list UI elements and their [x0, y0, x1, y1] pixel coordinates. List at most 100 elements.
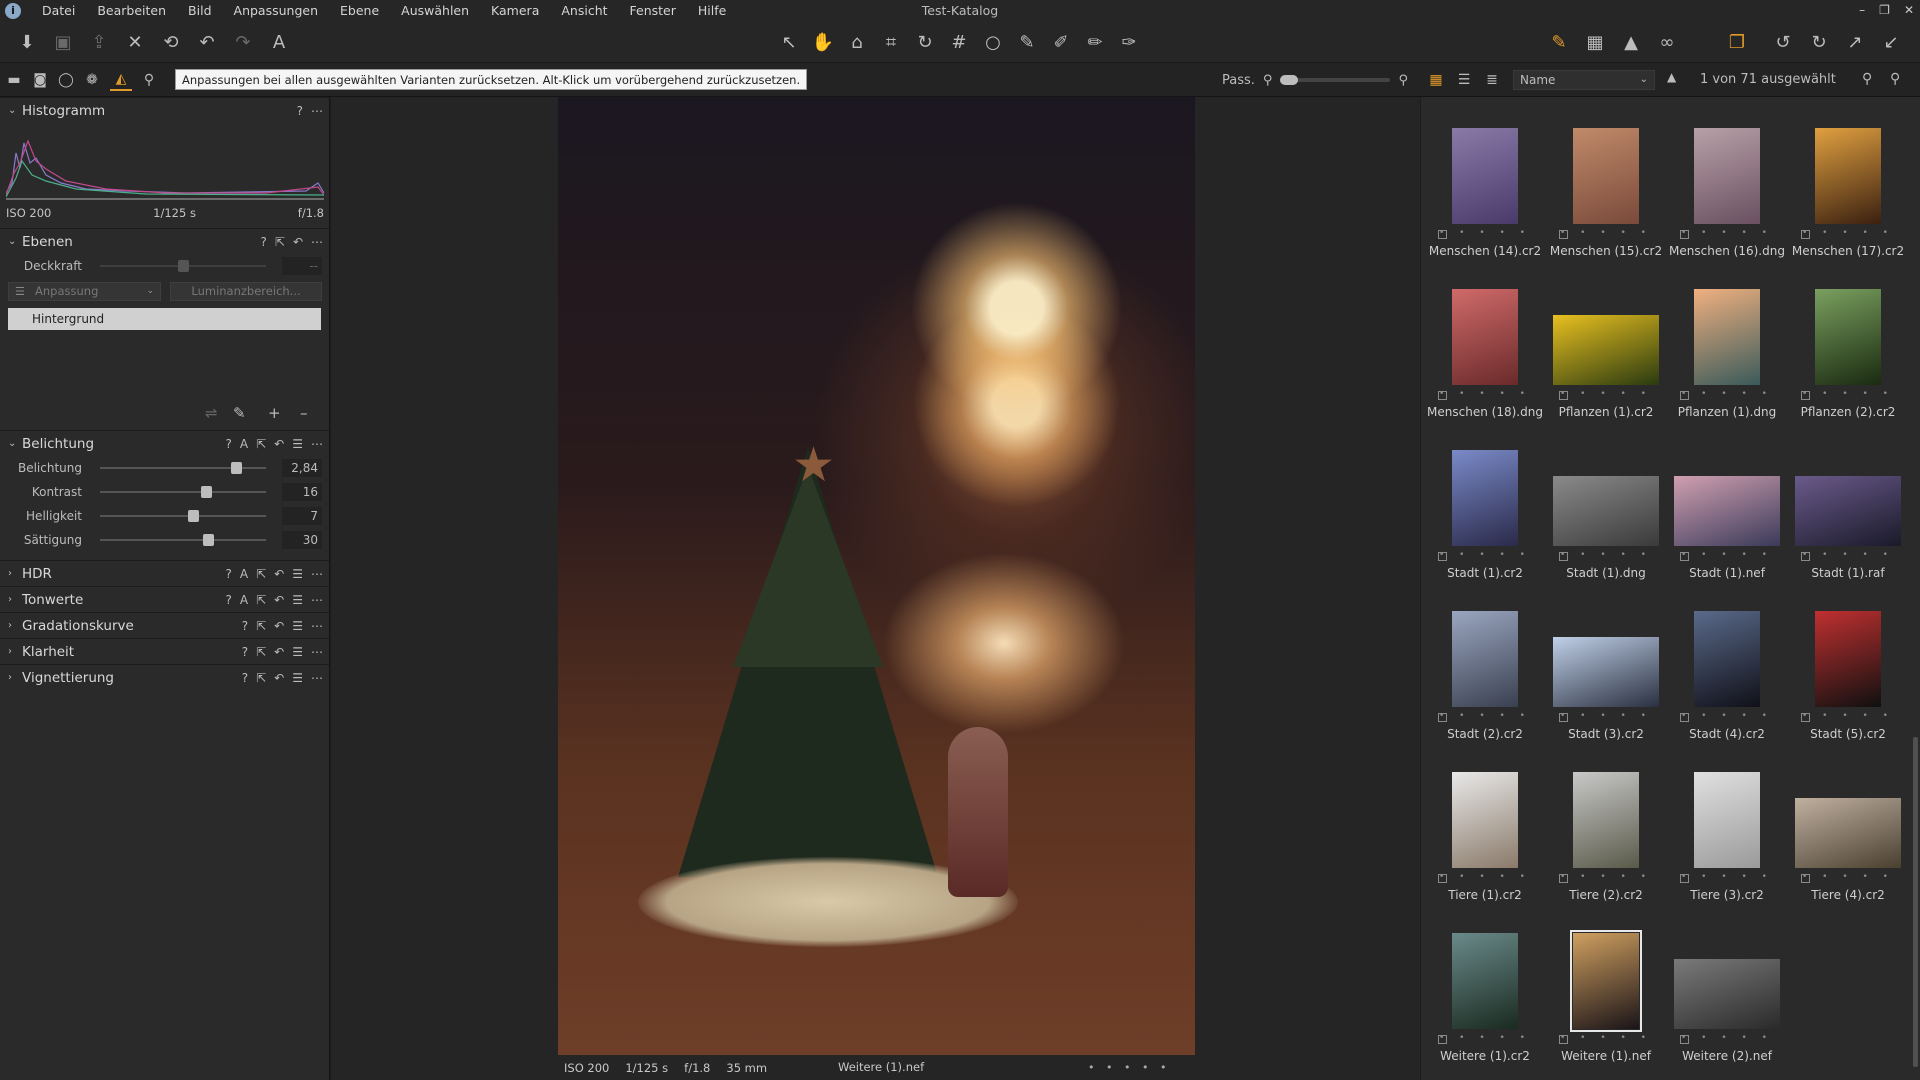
rating-dots[interactable]: • • • • •: [1439, 550, 1531, 560]
thumbnail-item[interactable]: • • • • • Tiere (2).cr2: [1547, 756, 1665, 906]
zoom-slider[interactable]: [1280, 75, 1391, 85]
pick-icon[interactable]: ✑: [1116, 29, 1142, 55]
camera-icon[interactable]: ▣: [50, 29, 76, 55]
thumbnail-rating[interactable]: • • • • •: [1668, 872, 1786, 886]
thumbnail-image[interactable]: [1694, 289, 1760, 385]
thumbnail-image[interactable]: [1815, 289, 1881, 385]
auto-icon[interactable]: A: [240, 431, 248, 457]
thumbnail-rating[interactable]: • • • • •: [1426, 228, 1544, 242]
copy-icon[interactable]: ⇱: [256, 431, 266, 457]
thumbnail-checkbox[interactable]: [1559, 552, 1568, 561]
help-icon[interactable]: ?: [261, 229, 267, 255]
copy-icon[interactable]: ⇱: [256, 639, 266, 665]
rating-dots[interactable]: • • • • •: [1439, 711, 1531, 721]
grid-icon[interactable]: ▦: [1582, 29, 1608, 55]
more-icon[interactable]: ⋯: [311, 665, 323, 691]
search-icon[interactable]: ⚲: [1890, 71, 1900, 87]
thumbnail-image[interactable]: [1815, 611, 1881, 707]
menu-item-8[interactable]: Fenster: [619, 0, 687, 21]
rating-dots[interactable]: • • • • •: [1681, 1033, 1773, 1043]
image-viewer[interactable]: ★ ISO 200 1/125 s f/1.8 35 mm Weitere (1…: [331, 97, 1420, 1080]
thumbnail-rating[interactable]: • • • • •: [1426, 872, 1544, 886]
select-cursor-icon[interactable]: ↖: [776, 29, 802, 55]
copy-icon[interactable]: ⇱: [256, 587, 266, 613]
help-icon[interactable]: ?: [242, 639, 248, 665]
remove-layer-icon[interactable]: –: [300, 404, 308, 422]
help-icon[interactable]: ?: [226, 561, 232, 587]
gradient-icon[interactable]: ✏: [1082, 29, 1108, 55]
rating-dots[interactable]: • • • • •: [1802, 711, 1894, 721]
warning-icon[interactable]: ▲: [1618, 29, 1644, 55]
thumbnail-image[interactable]: [1452, 933, 1518, 1029]
layer-brush-icon[interactable]: ✎: [233, 404, 246, 422]
thumbnail-rating[interactable]: • • • • •: [1426, 389, 1544, 403]
sort-direction-icon[interactable]: ▲: [1667, 70, 1676, 84]
thumbnail-rating[interactable]: • • • • •: [1426, 1033, 1544, 1047]
thumbnail-image[interactable]: [1694, 772, 1760, 868]
export-icon[interactable]: ⇪: [86, 29, 112, 55]
add-layer-icon[interactable]: +: [268, 404, 281, 422]
presets-icon[interactable]: ☰: [292, 561, 303, 587]
presets-icon[interactable]: ☰: [292, 613, 303, 639]
slider-value[interactable]: 7: [282, 507, 322, 525]
thumbnail-item[interactable]: • • • • • Pflanzen (1).cr2: [1547, 273, 1665, 423]
thumbnail-checkbox[interactable]: [1680, 874, 1689, 883]
thumbnail-item[interactable]: • • • • • Stadt (1).dng: [1547, 434, 1665, 584]
thumbnail-item[interactable]: • • • • • Stadt (3).cr2: [1547, 595, 1665, 745]
rating-dots[interactable]: • • • • •: [1802, 228, 1894, 238]
thumbnail-image[interactable]: [1452, 450, 1518, 546]
rating-dots[interactable]: • • • • •: [1560, 550, 1652, 560]
rating-dots[interactable]: • • • • •: [1560, 1033, 1652, 1043]
more-icon[interactable]: ⋯: [311, 431, 323, 457]
copy-icon[interactable]: ⇱: [256, 613, 266, 639]
section-header-3[interactable]: › Klarheit? ⇱ ↶ ☰ ⋯: [0, 638, 329, 664]
status-rating[interactable]: • • • • •: [1088, 1055, 1170, 1080]
rating-dots[interactable]: • • • • •: [1439, 228, 1531, 238]
thumbnail-item[interactable]: • • • • • Menschen (18).dng: [1426, 273, 1544, 423]
rating-dots[interactable]: • • • • •: [1681, 389, 1773, 399]
color-tab-icon[interactable]: ❁: [81, 69, 103, 91]
zoom-in-icon[interactable]: ⚲: [1398, 73, 1408, 88]
thumbnail-rating[interactable]: • • • • •: [1426, 711, 1544, 725]
section-header-0[interactable]: › HDR? A ⇱ ↶ ☰ ⋯: [0, 560, 329, 586]
thumbnail-checkbox[interactable]: [1680, 391, 1689, 400]
help-icon[interactable]: ?: [226, 587, 232, 613]
section-header-1[interactable]: › Tonwerte? A ⇱ ↶ ☰ ⋯: [0, 586, 329, 612]
thumbnail-item[interactable]: • • • • • Weitere (1).nef: [1547, 917, 1665, 1067]
thumbnail-item[interactable]: • • • • • Stadt (1).nef: [1668, 434, 1786, 584]
thumbnail-rating[interactable]: • • • • •: [1668, 1033, 1786, 1047]
copy-icon[interactable]: ⇱: [256, 665, 266, 691]
delete-icon[interactable]: ✕: [122, 29, 148, 55]
minimize-icon[interactable]: –: [1859, 0, 1865, 20]
close-icon[interactable]: ✕: [1904, 0, 1914, 20]
rating-dots[interactable]: • • • • •: [1439, 872, 1531, 882]
detail-view-icon[interactable]: ≣: [1481, 69, 1503, 91]
slider-handle[interactable]: [202, 534, 214, 546]
presets-icon[interactable]: ☰: [292, 587, 303, 613]
thumbnail-item[interactable]: • • • • • Tiere (3).cr2: [1668, 756, 1786, 906]
thumbnail-rating[interactable]: • • • • •: [1668, 550, 1786, 564]
slider-track[interactable]: [100, 534, 266, 546]
thumbnail-item[interactable]: • • • • • Weitere (1).cr2: [1426, 917, 1544, 1067]
main-photo[interactable]: ★: [558, 97, 1195, 1055]
rating-dots[interactable]: • • • • •: [1439, 389, 1531, 399]
copy-icon[interactable]: ⇱: [256, 561, 266, 587]
reset-icon[interactable]: ↶: [274, 665, 284, 691]
thumbnail-rating[interactable]: • • • • •: [1547, 711, 1665, 725]
thumbnail-rating[interactable]: • • • • •: [1789, 550, 1907, 564]
crop-icon[interactable]: ⌗: [878, 29, 904, 55]
thumbnail-item[interactable]: • • • • • Stadt (1).raf: [1789, 434, 1907, 584]
presets-icon[interactable]: ☰: [292, 665, 303, 691]
brush-icon[interactable]: ✎: [1014, 29, 1040, 55]
pan-hand-icon[interactable]: ✋: [810, 29, 836, 55]
zoom-out-icon[interactable]: ⚲: [1263, 73, 1273, 88]
rotate-right-icon[interactable]: ↻: [1806, 29, 1832, 55]
thumbnail-image[interactable]: [1553, 315, 1659, 385]
thumbnail-rating[interactable]: • • • • •: [1547, 872, 1665, 886]
thumbnail-rating[interactable]: • • • • •: [1789, 872, 1907, 886]
opacity-slider-handle[interactable]: [178, 260, 189, 272]
menu-item-2[interactable]: Bild: [177, 0, 222, 21]
thumbnail-rating[interactable]: • • • • •: [1789, 228, 1907, 242]
thumbnail-image[interactable]: [1452, 772, 1518, 868]
thumbnail-item[interactable]: • • • • • Menschen (17).cr2: [1789, 112, 1907, 262]
